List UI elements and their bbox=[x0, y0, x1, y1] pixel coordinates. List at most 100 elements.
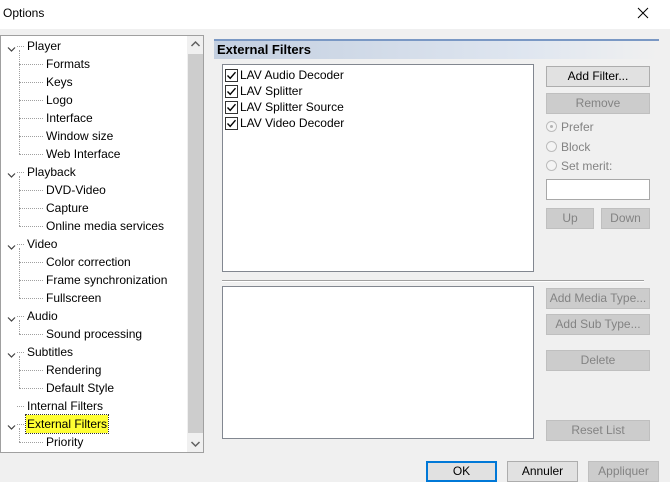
chevron-down-icon[interactable] bbox=[7, 347, 16, 358]
tree-item-logo[interactable]: Logo bbox=[1, 91, 186, 109]
tree-item-label: Capture bbox=[46, 201, 89, 215]
tree-item-fullscreen[interactable]: Fullscreen bbox=[1, 289, 186, 307]
tree-item-subtitles[interactable]: Subtitles bbox=[1, 343, 186, 361]
tree-item-frame-synchronization[interactable]: Frame synchronization bbox=[1, 271, 186, 289]
tree-item-sound-processing[interactable]: Sound processing bbox=[1, 325, 186, 343]
add-media-type-button[interactable]: Add Media Type... bbox=[546, 288, 650, 309]
tree-item-label: Priority bbox=[46, 435, 84, 449]
tree-item-interface[interactable]: Interface bbox=[1, 109, 186, 127]
tree-item-rendering[interactable]: Rendering bbox=[1, 361, 186, 379]
tree-item-playback[interactable]: Playback bbox=[1, 163, 186, 181]
tree-item-keys[interactable]: Keys bbox=[1, 73, 186, 91]
tree-item-label: Internal Filters bbox=[27, 399, 104, 413]
filter-item[interactable]: LAV Audio Decoder bbox=[225, 67, 525, 83]
tree-connector bbox=[19, 334, 43, 335]
filter-item[interactable]: LAV Splitter Source bbox=[225, 99, 525, 115]
tree-connector bbox=[19, 190, 43, 191]
chevron-down-icon bbox=[190, 441, 201, 448]
tree-item-label: Sound processing bbox=[46, 327, 143, 341]
tree-item-web-interface[interactable]: Web Interface bbox=[1, 145, 186, 163]
tree-item-external-filters[interactable]: External Filters bbox=[1, 414, 186, 434]
radio-indicator bbox=[546, 141, 557, 152]
tree-item-default-style[interactable]: Default Style bbox=[1, 379, 186, 397]
merit-value-field[interactable] bbox=[546, 179, 650, 200]
tree-connector bbox=[19, 100, 43, 101]
options-tree[interactable]: Player Formats Keys Logo Interface Window siz… bbox=[0, 35, 204, 453]
tree-item-dvd-video[interactable]: DVD-Video bbox=[1, 181, 186, 199]
tree-item-label: Audio bbox=[27, 309, 58, 323]
radio-indicator bbox=[546, 160, 557, 171]
reset-list-button[interactable]: Reset List bbox=[546, 420, 650, 441]
filter-item[interactable]: LAV Splitter bbox=[225, 83, 525, 99]
up-button[interactable]: Up bbox=[546, 208, 594, 229]
tree-item-label: External Filters bbox=[24, 414, 110, 434]
tree-item-priority[interactable]: Priority bbox=[1, 433, 186, 451]
section-divider bbox=[222, 280, 644, 282]
tree-connector bbox=[19, 280, 43, 281]
checkmark-icon bbox=[226, 87, 237, 96]
tree-item-label: Keys bbox=[46, 75, 73, 89]
tree-connector bbox=[19, 64, 43, 65]
filter-checkbox[interactable] bbox=[225, 69, 238, 82]
scroll-up-button[interactable] bbox=[187, 36, 203, 53]
filter-checkbox[interactable] bbox=[225, 85, 238, 98]
tree-connector bbox=[17, 406, 24, 407]
window-title: Options bbox=[3, 6, 45, 20]
tree-item-label: Interface bbox=[46, 111, 93, 125]
filter-list[interactable]: LAV Audio Decoder LAV Splitter LAV Splitte… bbox=[222, 64, 534, 272]
tree-item-label: Player bbox=[27, 39, 62, 53]
tree-item-formats[interactable]: Formats bbox=[1, 55, 186, 73]
tree-item-online-media-services[interactable]: Online media services bbox=[1, 217, 186, 235]
block-label: Block bbox=[561, 140, 591, 154]
close-button[interactable] bbox=[620, 0, 668, 29]
down-button[interactable]: Down bbox=[601, 208, 650, 229]
checkmark-icon bbox=[226, 103, 237, 112]
chevron-down-icon[interactable] bbox=[7, 239, 16, 250]
chevron-down-icon[interactable] bbox=[7, 167, 16, 178]
checkmark-icon bbox=[226, 119, 237, 128]
tree-item-player[interactable]: Player bbox=[1, 37, 186, 55]
tree-item-label: Subtitles bbox=[27, 345, 74, 359]
add-sub-type-button[interactable]: Add Sub Type... bbox=[546, 314, 650, 335]
filter-checkbox[interactable] bbox=[225, 101, 238, 114]
chevron-down-icon[interactable] bbox=[7, 41, 16, 52]
scroll-thumb[interactable] bbox=[188, 54, 203, 433]
tree-item-label: Logo bbox=[46, 93, 73, 107]
set-merit-label: Set merit: bbox=[561, 159, 613, 173]
scroll-down-button[interactable] bbox=[187, 435, 203, 452]
tree-connector bbox=[17, 316, 24, 317]
filter-item[interactable]: LAV Video Decoder bbox=[225, 115, 525, 131]
chevron-down-icon[interactable] bbox=[7, 311, 16, 322]
filter-label: LAV Splitter Source bbox=[240, 100, 344, 114]
tree-item-color-correction[interactable]: Color correction bbox=[1, 253, 186, 271]
tree-connector bbox=[19, 154, 43, 155]
tree-item-label: Formats bbox=[46, 57, 91, 71]
tree-item-audio[interactable]: Audio bbox=[1, 307, 186, 325]
tree-connector bbox=[19, 298, 43, 299]
media-type-list[interactable] bbox=[222, 286, 534, 439]
prefer-label: Prefer bbox=[561, 120, 594, 134]
tree-item-window-size[interactable]: Window size bbox=[1, 127, 186, 145]
tree-scrollbar[interactable] bbox=[187, 36, 203, 452]
chevron-down-icon[interactable] bbox=[7, 419, 16, 430]
page-title: External Filters bbox=[217, 42, 311, 57]
chevron-up-icon bbox=[190, 40, 201, 47]
tree-item-capture[interactable]: Capture bbox=[1, 199, 186, 217]
tree-connector bbox=[19, 208, 43, 209]
radio-indicator bbox=[546, 121, 557, 132]
title-bar: Options bbox=[0, 0, 670, 29]
tree-item-internal-filters[interactable]: Internal Filters bbox=[1, 397, 186, 415]
page-header: External Filters bbox=[214, 39, 659, 59]
remove-button[interactable]: Remove bbox=[546, 93, 650, 114]
tree-connector bbox=[19, 388, 43, 389]
tree-connector bbox=[19, 226, 43, 227]
filter-label: LAV Audio Decoder bbox=[240, 68, 344, 82]
tree-item-label: Color correction bbox=[46, 255, 131, 269]
tree-connector bbox=[19, 118, 43, 119]
delete-button[interactable]: Delete bbox=[546, 350, 650, 371]
filter-label: LAV Video Decoder bbox=[240, 116, 345, 130]
add-filter-button[interactable]: Add Filter... bbox=[546, 66, 650, 87]
filter-checkbox[interactable] bbox=[225, 117, 238, 130]
tree-item-video[interactable]: Video bbox=[1, 235, 186, 253]
tree-connector bbox=[17, 424, 24, 425]
